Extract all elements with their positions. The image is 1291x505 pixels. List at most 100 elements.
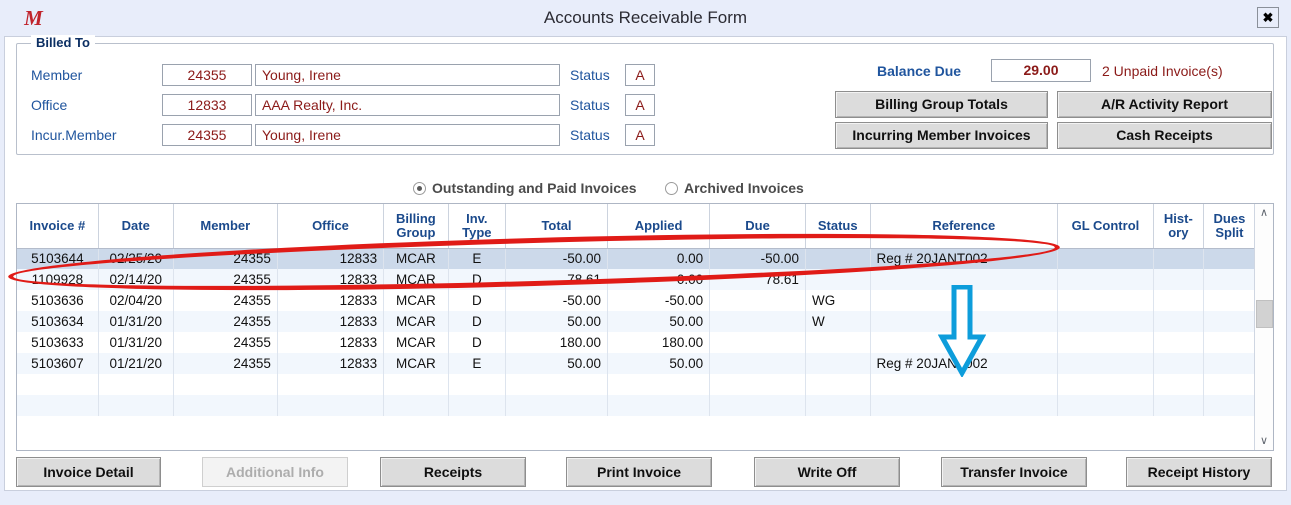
- incur-member-status-field[interactable]: A: [625, 124, 655, 146]
- cell-history: [1153, 374, 1204, 395]
- cell-office: 12833: [277, 290, 385, 311]
- cell-member: 24355: [173, 269, 278, 290]
- col-header-status[interactable]: Status: [805, 204, 871, 249]
- cell-inv-type: [448, 395, 506, 416]
- office-id-field[interactable]: 12833: [162, 94, 252, 116]
- radio-archived-invoices[interactable]: Archived Invoices: [665, 177, 804, 199]
- cell-total: [505, 374, 609, 395]
- cell-status: [805, 269, 871, 290]
- col-header-due[interactable]: Due: [709, 204, 806, 249]
- transfer-invoice-button[interactable]: Transfer Invoice: [941, 457, 1087, 487]
- ar-activity-report-button[interactable]: A/R Activity Report: [1057, 91, 1272, 118]
- table-row[interactable]: [17, 395, 1256, 416]
- cell-office: [277, 374, 385, 395]
- radio-outstanding-and-paid-invoices[interactable]: Outstanding and Paid Invoices: [413, 177, 637, 199]
- col-header-total[interactable]: Total: [505, 204, 609, 249]
- cell-gl-control: [1057, 248, 1154, 269]
- col-header-history[interactable]: Hist-ory: [1153, 204, 1204, 249]
- office-name-field[interactable]: AAA Realty, Inc.: [255, 94, 560, 116]
- invoice-detail-button[interactable]: Invoice Detail: [16, 457, 161, 487]
- cell-reference: Reg # 20JANT002: [870, 248, 1059, 269]
- table-row[interactable]: 5103636 02/04/20 24355 12833 MCAR D -50.00 -50.…: [17, 290, 1256, 311]
- table-row[interactable]: 5103634 01/31/20 24355 12833 MCAR D 50.00 50.00…: [17, 311, 1256, 332]
- col-header-billing-group[interactable]: Billing Group: [383, 204, 449, 249]
- member-status-label: Status: [570, 67, 610, 83]
- col-header-dues-split[interactable]: Dues Split: [1203, 204, 1256, 249]
- action-button-bar: Invoice Detail Additional Info Receipts …: [5, 457, 1288, 491]
- scroll-down-icon[interactable]: ∨: [1255, 432, 1273, 450]
- balance-due-value: 29.00: [991, 59, 1091, 82]
- col-header-invoice-number[interactable]: Invoice #: [17, 204, 99, 249]
- cell-history: [1153, 269, 1204, 290]
- cell-billing-group: MCAR: [383, 290, 449, 311]
- cell-due: 78.61: [709, 269, 806, 290]
- cash-receipts-button[interactable]: Cash Receipts: [1057, 122, 1272, 149]
- office-status-field[interactable]: A: [625, 94, 655, 116]
- cell-date: 02/14/20: [98, 269, 174, 290]
- cell-billing-group: MCAR: [383, 353, 449, 374]
- cell-applied: 180.00: [607, 332, 711, 353]
- cell-history: [1153, 395, 1204, 416]
- cell-member: 24355: [173, 332, 278, 353]
- col-header-member[interactable]: Member: [173, 204, 278, 249]
- incur-member-id-field[interactable]: 24355: [162, 124, 252, 146]
- col-header-office[interactable]: Office: [277, 204, 385, 249]
- table-row[interactable]: 5103607 01/21/20 24355 12833 MCAR E 50.00 50.00…: [17, 353, 1256, 374]
- table-row[interactable]: [17, 374, 1256, 395]
- table-row[interactable]: 5103644 02/25/20 24355 12833 MCAR E -50.00 0.00…: [17, 248, 1256, 269]
- incurring-member-invoices-button[interactable]: Incurring Member Invoices: [835, 122, 1048, 149]
- cell-gl-control: [1057, 332, 1154, 353]
- cell-member: 24355: [173, 311, 278, 332]
- cell-inv-type: [448, 374, 506, 395]
- billing-group-totals-button[interactable]: Billing Group Totals: [835, 91, 1048, 118]
- cell-billing-group: [383, 395, 449, 416]
- cell-gl-control: [1057, 311, 1154, 332]
- cell-office: 12833: [277, 248, 385, 269]
- member-status-field[interactable]: A: [625, 64, 655, 86]
- balance-due-label: Balance Due: [877, 63, 962, 79]
- write-off-button[interactable]: Write Off: [754, 457, 900, 487]
- col-header-inv-type[interactable]: Inv. Type: [448, 204, 506, 249]
- close-icon[interactable]: ✖: [1257, 7, 1279, 28]
- col-header-applied[interactable]: Applied: [607, 204, 711, 249]
- cell-applied: 50.00: [607, 311, 711, 332]
- title-bar: M Accounts Receivable Form ✖: [0, 0, 1291, 36]
- table-row[interactable]: 5103633 01/31/20 24355 12833 MCAR D 180.00 180.…: [17, 332, 1256, 353]
- scroll-up-icon[interactable]: ∧: [1255, 204, 1273, 222]
- cell-office: 12833: [277, 269, 385, 290]
- receipts-button[interactable]: Receipts: [380, 457, 526, 487]
- print-invoice-button[interactable]: Print Invoice: [566, 457, 712, 487]
- cell-date: [98, 374, 174, 395]
- cell-date: 01/31/20: [98, 332, 174, 353]
- cell-invoice: 5103633: [17, 332, 99, 353]
- cell-invoice: 1109928: [17, 269, 99, 290]
- col-header-reference[interactable]: Reference: [870, 204, 1059, 249]
- cell-reference: [870, 395, 1059, 416]
- window-title: Accounts Receivable Form: [543, 8, 748, 27]
- cell-billing-group: MCAR: [383, 311, 449, 332]
- member-id-field[interactable]: 24355: [162, 64, 252, 86]
- cell-billing-group: MCAR: [383, 332, 449, 353]
- cell-member: [173, 395, 278, 416]
- invoice-grid[interactable]: Invoice # Date Member Office Billing Grou…: [16, 203, 1274, 451]
- cell-date: [98, 395, 174, 416]
- scrollbar-thumb[interactable]: [1256, 300, 1273, 328]
- col-header-date[interactable]: Date: [98, 204, 174, 249]
- table-row[interactable]: 1109928 02/14/20 24355 12833 MCAR D 78.61 0.00 7…: [17, 269, 1256, 290]
- cell-invoice: 5103634: [17, 311, 99, 332]
- cell-applied: 0.00: [607, 248, 711, 269]
- grid-vertical-scrollbar[interactable]: ∧ ∨: [1254, 204, 1273, 450]
- cell-dues-split: [1203, 290, 1256, 311]
- col-header-gl-control[interactable]: GL Control: [1057, 204, 1154, 249]
- cell-due: -50.00: [709, 248, 806, 269]
- receipt-history-button[interactable]: Receipt History: [1126, 457, 1272, 487]
- cell-reference: [870, 332, 1059, 353]
- incur-member-name-field[interactable]: Young, Irene: [255, 124, 560, 146]
- cell-office: 12833: [277, 311, 385, 332]
- cell-inv-type: E: [448, 248, 506, 269]
- cell-billing-group: MCAR: [383, 248, 449, 269]
- cell-member: 24355: [173, 248, 278, 269]
- cell-dues-split: [1203, 248, 1256, 269]
- office-status-label: Status: [570, 97, 610, 113]
- member-name-field[interactable]: Young, Irene: [255, 64, 560, 86]
